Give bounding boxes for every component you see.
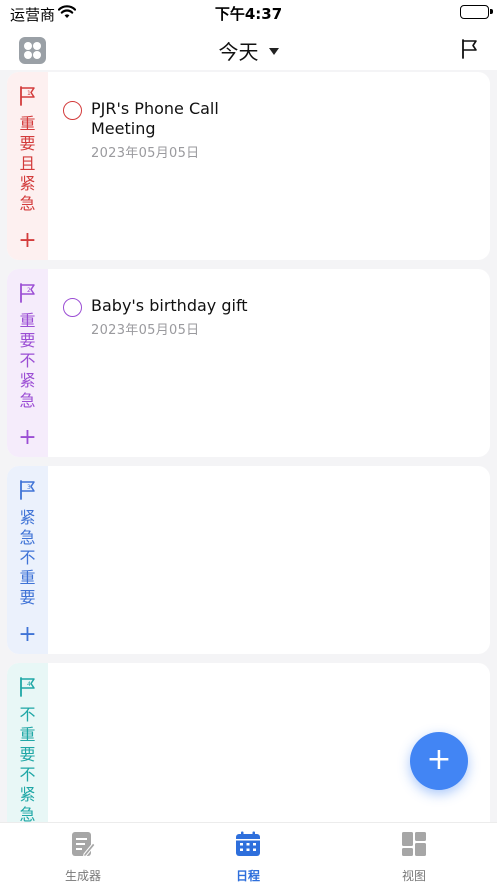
tab-label: 日程 bbox=[235, 869, 260, 883]
clock-time: 下午4:37 bbox=[214, 5, 283, 23]
svg-text:4: 4 bbox=[27, 681, 31, 688]
priority-flag-icon: 1 bbox=[19, 86, 37, 110]
tab-schedule[interactable]: 日程 bbox=[188, 831, 308, 883]
svg-text:1: 1 bbox=[27, 90, 31, 97]
quadrant-label: 紧急不重要 bbox=[19, 508, 36, 607]
svg-text:2: 2 bbox=[27, 287, 31, 294]
add-task-button[interactable]: + bbox=[7, 230, 48, 252]
date-selector[interactable]: 今天 bbox=[0, 36, 497, 65]
quadrant-sidebar: 1 重要且紧急 + bbox=[7, 72, 48, 260]
status-bar: 运营商 下午4:37 bbox=[0, 0, 497, 26]
add-task-button[interactable]: + bbox=[7, 427, 48, 449]
page-title: 今天 bbox=[218, 40, 259, 64]
priority-flag-icon: 2 bbox=[19, 283, 37, 307]
quadrant-urgent-not-important: 3 紧急不重要 + bbox=[7, 466, 490, 654]
svg-text:3: 3 bbox=[27, 484, 31, 491]
task-date: 2023年05月05日 bbox=[91, 323, 200, 338]
battery-icon bbox=[460, 5, 493, 19]
note-edit-icon bbox=[71, 831, 96, 861]
task-title: Baby's birthday gift bbox=[91, 296, 248, 315]
task-item[interactable]: Baby's birthday gift 2023年05月05日 bbox=[63, 296, 483, 346]
nav-bar: 今天 bbox=[0, 26, 497, 70]
task-checkbox[interactable] bbox=[63, 101, 82, 120]
quadrant-label: 重要且紧急 bbox=[19, 114, 36, 213]
quadrant-sidebar: 2 重要不紧急 + bbox=[7, 269, 48, 457]
chevron-down-icon bbox=[268, 48, 279, 55]
quadrant-label: 不重要不紧急 bbox=[19, 705, 36, 824]
calendar-icon bbox=[235, 831, 261, 861]
tab-bar: 生成器 日程 视图 bbox=[0, 822, 497, 883]
quadrant-sidebar: 3 紧急不重要 + bbox=[7, 466, 48, 654]
task-date: 2023年05月05日 bbox=[91, 146, 200, 161]
quadrant-label: 重要不紧急 bbox=[19, 311, 36, 410]
grid-view-icon bbox=[401, 831, 427, 861]
tab-generator[interactable]: 生成器 bbox=[23, 831, 143, 883]
quadrant-important-not-urgent: 2 重要不紧急 + Baby's birthday gift 2023年05月0… bbox=[7, 269, 490, 457]
priority-flag-icon: 3 bbox=[19, 480, 37, 504]
tab-label: 视图 bbox=[401, 869, 426, 883]
flag-icon[interactable] bbox=[461, 39, 479, 63]
quadrant-sidebar: 4 不重要不紧急 bbox=[7, 663, 48, 833]
add-task-fab[interactable]: + bbox=[410, 732, 468, 790]
priority-flag-icon: 4 bbox=[19, 677, 37, 701]
task-checkbox[interactable] bbox=[63, 298, 82, 317]
add-task-button[interactable]: + bbox=[7, 624, 48, 646]
quadrant-urgent-important: 1 重要且紧急 + PJR's Phone Call Meeting 2023年… bbox=[7, 72, 490, 260]
tab-label: 生成器 bbox=[64, 869, 101, 883]
tab-view[interactable]: 视图 bbox=[354, 831, 474, 883]
task-item[interactable]: PJR's Phone Call Meeting 2023年05月05日 bbox=[63, 99, 483, 169]
task-title: PJR's Phone Call Meeting bbox=[91, 99, 219, 138]
